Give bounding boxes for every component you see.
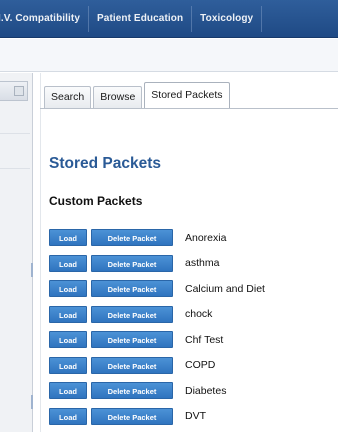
packet-row: Load Delete Packet chock <box>49 302 334 328</box>
packet-row: Load Delete Packet asthma <box>49 251 334 277</box>
section-title: Custom Packets <box>49 194 143 208</box>
tab-browse[interactable]: Browse <box>93 86 143 108</box>
nav-item-toxicology[interactable]: Toxicology <box>192 13 261 24</box>
delete-packet-button[interactable]: Delete Packet <box>91 331 173 349</box>
packet-row: Load Delete Packet DVT <box>49 404 334 430</box>
packet-row: Load Delete Packet COPD <box>49 353 334 379</box>
toolbar-band <box>0 39 338 72</box>
left-panel-scroll-marker <box>31 395 33 409</box>
load-button[interactable]: Load <box>49 407 87 425</box>
left-panel-row <box>0 133 30 134</box>
tab-bar: Search Browse Stored Packets <box>44 82 232 108</box>
left-panel-scroll-marker <box>31 263 33 277</box>
tab-baseline <box>40 108 338 109</box>
top-navigation-bar: I.V. Compatibility Patient Education Tox… <box>0 0 338 38</box>
delete-packet-button[interactable]: Delete Packet <box>91 280 173 298</box>
packet-name[interactable]: asthma <box>185 257 219 269</box>
load-button[interactable]: Load <box>49 331 87 349</box>
panel-divider <box>40 73 41 432</box>
collapse-button[interactable] <box>14 86 24 96</box>
left-panel-row <box>0 168 30 169</box>
load-button[interactable]: Load <box>49 280 87 298</box>
packet-name[interactable]: chock <box>185 308 212 320</box>
packet-name[interactable]: Chf Test <box>185 334 223 346</box>
tab-search[interactable]: Search <box>44 86 92 108</box>
packet-name[interactable]: Calcium and Diet <box>185 283 265 295</box>
delete-packet-button[interactable]: Delete Packet <box>91 382 173 400</box>
load-button[interactable]: Load <box>49 229 87 247</box>
packet-row: Load Delete Packet Calcium and Diet <box>49 276 334 302</box>
load-button[interactable]: Load <box>49 356 87 374</box>
packet-name[interactable]: Diabetes <box>185 385 226 397</box>
packet-row: Load Delete Packet Anorexia <box>49 225 334 251</box>
delete-packet-button[interactable]: Delete Packet <box>91 356 173 374</box>
left-panel-header <box>0 81 28 101</box>
load-button[interactable]: Load <box>49 305 87 323</box>
packet-name[interactable]: COPD <box>185 359 215 371</box>
page-title: Stored Packets <box>49 155 161 172</box>
nav-item-iv-compatibility[interactable]: I.V. Compatibility <box>0 13 88 24</box>
left-panel <box>0 73 33 432</box>
load-button[interactable]: Load <box>49 254 87 272</box>
nav-separator <box>261 5 263 32</box>
load-button[interactable]: Load <box>49 382 87 400</box>
packet-row: Load Delete Packet Diabetes <box>49 378 334 404</box>
delete-packet-button[interactable]: Delete Packet <box>91 305 173 323</box>
tab-stored-packets[interactable]: Stored Packets <box>144 82 230 108</box>
packet-list: Load Delete Packet Anorexia Load Delete Pack… <box>49 225 334 429</box>
delete-packet-button[interactable]: Delete Packet <box>91 229 173 247</box>
packet-name[interactable]: DVT <box>185 410 206 422</box>
delete-packet-button[interactable]: Delete Packet <box>91 254 173 272</box>
packet-name[interactable]: Anorexia <box>185 232 226 244</box>
nav-item-patient-education[interactable]: Patient Education <box>89 13 191 24</box>
packet-row: Load Delete Packet Chf Test <box>49 327 334 353</box>
delete-packet-button[interactable]: Delete Packet <box>91 407 173 425</box>
